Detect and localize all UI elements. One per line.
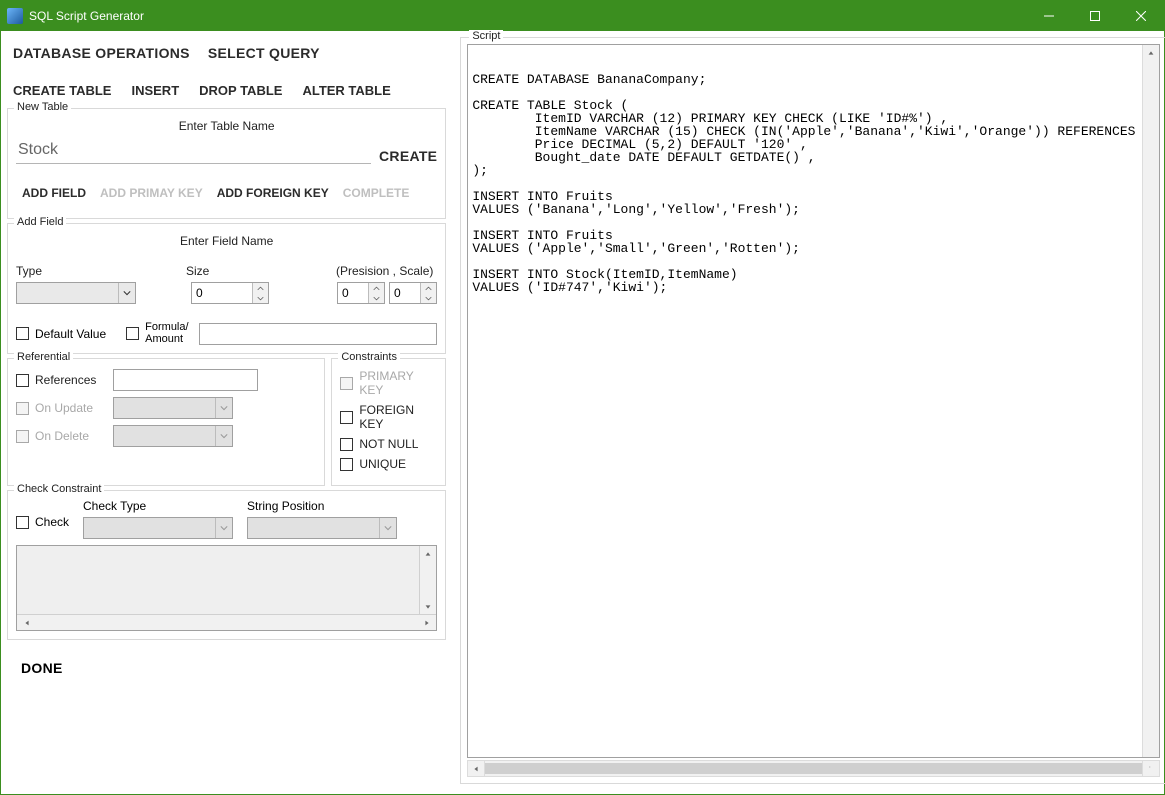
spinner-down-icon[interactable] [421, 293, 436, 303]
references-label: References [35, 373, 107, 387]
script-vertical-scrollbar[interactable] [1142, 45, 1159, 757]
spinner-up-icon[interactable] [253, 283, 268, 293]
constraints-group: Constraints PRIMARY KEY FOREIGN KEY NOT … [331, 358, 446, 486]
foreign-key-checkbox[interactable] [340, 411, 353, 424]
new-table-subtabs: ADD FIELD ADD PRIMAY KEY ADD FOREIGN KEY… [16, 164, 437, 208]
maximize-button[interactable] [1072, 1, 1118, 31]
referential-group: Referential References On Update [7, 358, 325, 486]
subtab-add-foreign-key[interactable]: ADD FOREIGN KEY [217, 186, 329, 200]
create-button[interactable]: CREATE [379, 148, 437, 164]
formula-amount-checkbox[interactable] [126, 327, 139, 340]
minimize-button[interactable] [1026, 1, 1072, 31]
subtab-add-field[interactable]: ADD FIELD [22, 186, 86, 200]
spinner-up-icon[interactable] [421, 283, 436, 293]
check-constraint-textarea[interactable] [16, 545, 437, 631]
chevron-down-icon [118, 283, 135, 303]
primary-key-label: PRIMARY KEY [359, 369, 437, 397]
add-field-legend: Add Field [14, 216, 66, 228]
app-icon [7, 8, 23, 24]
unique-label: UNIQUE [359, 457, 406, 471]
foreign-key-label: FOREIGN KEY [359, 403, 437, 431]
precision-spinner[interactable]: 0 [337, 282, 385, 304]
on-delete-label: On Delete [35, 429, 107, 443]
string-position-label: String Position [247, 499, 397, 513]
add-field-group: Add Field Enter Field Name Type Size (Pr… [7, 223, 446, 354]
check-type-label: Check Type [83, 499, 233, 513]
new-table-group: New Table Enter Table Name CREATE ADD FI… [7, 108, 446, 219]
check-constraint-legend: Check Constraint [14, 483, 104, 495]
script-legend: Script [469, 30, 503, 42]
script-horizontal-scrollbar[interactable] [467, 760, 1160, 777]
default-value-label: Default Value [35, 327, 106, 341]
script-content: CREATE DATABASE BananaCompany; CREATE TA… [472, 73, 1155, 294]
spinner-down-icon[interactable] [369, 293, 384, 303]
titlebar: SQL Script Generator [1, 1, 1164, 31]
subtab-add-primary-key[interactable]: ADD PRIMAY KEY [100, 186, 203, 200]
tab-drop-table[interactable]: DROP TABLE [199, 83, 282, 98]
tab-insert[interactable]: INSERT [131, 83, 179, 98]
unique-checkbox[interactable] [340, 458, 353, 471]
chevron-down-icon [379, 518, 396, 538]
formula-amount-label: Formula/ Amount [145, 322, 188, 345]
close-button[interactable] [1118, 1, 1164, 31]
tab-select-query[interactable]: SELECT QUERY [208, 45, 320, 61]
operation-tabs: CREATE TABLE INSERT DROP TABLE ALTER TAB… [1, 65, 454, 104]
scroll-up-icon[interactable] [420, 546, 435, 561]
tab-create-table[interactable]: CREATE TABLE [13, 83, 111, 98]
check-checkbox[interactable] [16, 516, 29, 529]
scroll-right-icon[interactable] [1142, 761, 1159, 777]
referential-legend: Referential [14, 351, 73, 363]
on-delete-checkbox[interactable] [16, 430, 29, 443]
primary-key-checkbox[interactable] [340, 377, 353, 390]
scroll-right-icon[interactable] [419, 615, 434, 630]
on-delete-select[interactable] [113, 425, 233, 447]
on-update-label: On Update [35, 401, 107, 415]
precision-scale-label: (Presision , Scale) [336, 264, 437, 278]
top-tabs: DATABASE OPERATIONS SELECT QUERY [1, 31, 454, 65]
string-position-select[interactable] [247, 517, 397, 539]
script-group: Script CREATE DATABASE BananaCompany; CR… [460, 37, 1165, 784]
horizontal-scrollbar[interactable] [17, 614, 436, 630]
size-spinner[interactable]: 0 [191, 282, 269, 304]
type-label: Type [16, 264, 186, 278]
subtab-complete[interactable]: COMPLETE [343, 186, 410, 200]
vertical-scrollbar[interactable] [419, 546, 436, 614]
spinner-down-icon[interactable] [253, 293, 268, 303]
spinner-up-icon[interactable] [369, 283, 384, 293]
tab-database-operations[interactable]: DATABASE OPERATIONS [13, 45, 190, 61]
references-checkbox[interactable] [16, 374, 29, 387]
done-button[interactable]: DONE [1, 644, 454, 676]
not-null-checkbox[interactable] [340, 438, 353, 451]
type-select[interactable] [16, 282, 136, 304]
window-title: SQL Script Generator [29, 9, 1026, 23]
enter-field-name-label: Enter Field Name [16, 228, 437, 252]
check-type-select[interactable] [83, 517, 233, 539]
references-input[interactable] [113, 369, 258, 391]
chevron-down-icon [215, 398, 232, 418]
on-update-checkbox[interactable] [16, 402, 29, 415]
size-label: Size [186, 264, 336, 278]
scale-spinner[interactable]: 0 [389, 282, 437, 304]
enter-table-name-label: Enter Table Name [16, 113, 437, 137]
script-textarea[interactable]: CREATE DATABASE BananaCompany; CREATE TA… [467, 44, 1160, 758]
table-name-input[interactable] [16, 137, 371, 164]
tab-alter-table[interactable]: ALTER TABLE [302, 83, 390, 98]
new-table-legend: New Table [14, 101, 71, 113]
check-label: Check [35, 515, 69, 529]
chevron-down-icon [215, 518, 232, 538]
chevron-down-icon [215, 426, 232, 446]
constraints-legend: Constraints [338, 351, 400, 363]
check-constraint-group: Check Constraint Check Check Type [7, 490, 446, 640]
scroll-down-icon[interactable] [420, 599, 435, 614]
formula-amount-input[interactable] [199, 323, 438, 345]
on-update-select[interactable] [113, 397, 233, 419]
scroll-left-icon[interactable] [19, 615, 34, 630]
default-value-checkbox[interactable] [16, 327, 29, 340]
scroll-up-icon[interactable] [1143, 45, 1158, 60]
right-panel: Script CREATE DATABASE BananaCompany; CR… [454, 31, 1165, 794]
scrollbar-thumb[interactable] [485, 763, 1142, 774]
left-panel: DATABASE OPERATIONS SELECT QUERY CREATE … [1, 31, 454, 794]
scroll-left-icon[interactable] [468, 761, 485, 776]
not-null-label: NOT NULL [359, 437, 418, 451]
